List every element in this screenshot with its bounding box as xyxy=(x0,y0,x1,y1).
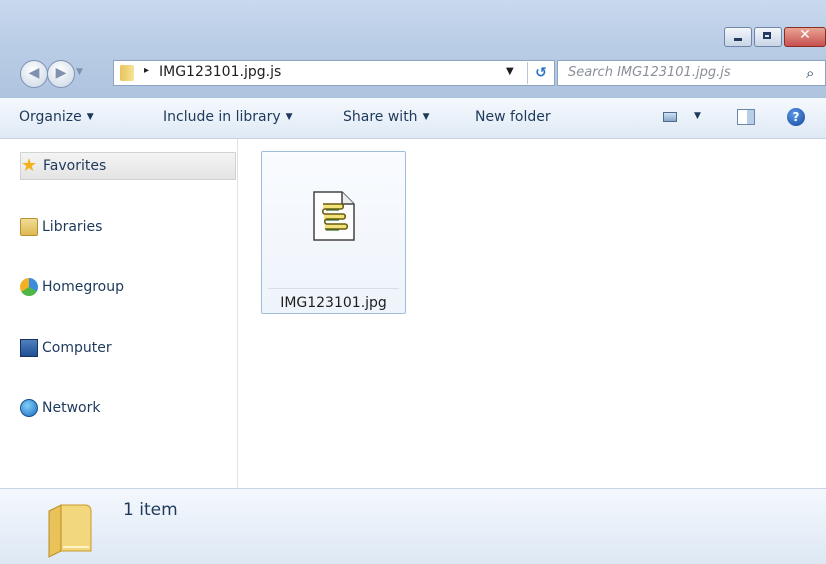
help-icon[interactable]: ? xyxy=(787,108,805,126)
search-placeholder: Search IMG123101.jpg.js xyxy=(568,65,731,80)
item-count: 1 item xyxy=(123,500,178,520)
file-thumbnail xyxy=(268,158,399,289)
forward-button[interactable]: ▶ xyxy=(47,60,75,88)
chevron-down-icon: ▼ xyxy=(422,112,430,122)
share-with-label: Share with xyxy=(343,109,418,125)
sidebar-item-label: Libraries xyxy=(42,219,103,235)
include-in-library-label: Include in library xyxy=(163,109,281,125)
file-item[interactable]: IMG123101.jpg xyxy=(261,151,406,314)
breadcrumb-path[interactable]: IMG123101.jpg.js xyxy=(159,64,281,80)
new-folder-button[interactable]: New folder xyxy=(475,109,551,125)
maximize-button[interactable] xyxy=(754,27,782,47)
address-dropdown-icon[interactable]: ▼ xyxy=(506,66,514,77)
sidebar-item-computer[interactable]: Computer xyxy=(20,334,236,362)
sidebar-item-label: Network xyxy=(42,400,101,416)
address-bar[interactable]: ▸ IMG123101.jpg.js ▼ ↺ xyxy=(113,60,555,86)
organize-button[interactable]: Organize ▼ xyxy=(19,109,94,125)
search-icon[interactable]: ⌕ xyxy=(806,64,814,82)
script-file-icon xyxy=(313,191,355,241)
folder-icon xyxy=(48,504,92,558)
sidebar-item-label: Favorites xyxy=(43,158,107,174)
search-input[interactable]: Search IMG123101.jpg.js ⌕ xyxy=(557,60,826,86)
include-in-library-button[interactable]: Include in library ▼ xyxy=(163,109,293,125)
close-button[interactable]: ✕ xyxy=(784,27,826,47)
title-bar: ✕ xyxy=(0,0,826,52)
chevron-down-icon: ▼ xyxy=(285,112,293,122)
sidebar-item-homegroup[interactable]: Homegroup xyxy=(20,273,236,301)
history-dropdown-icon[interactable]: ▼ xyxy=(76,67,83,77)
command-bar: Organize ▼ Include in library ▼ Share with… xyxy=(0,98,826,139)
details-pane: 1 item xyxy=(0,488,826,564)
refresh-icon[interactable]: ↺ xyxy=(527,62,554,84)
chevron-down-icon: ▼ xyxy=(86,112,94,122)
share-with-button[interactable]: Share with ▼ xyxy=(343,109,429,125)
libraries-icon xyxy=(20,218,38,236)
sidebar-item-network[interactable]: Network xyxy=(20,394,236,422)
maximize-icon xyxy=(763,32,771,39)
star-icon: ★ xyxy=(21,155,38,176)
organize-label: Organize xyxy=(19,109,82,125)
computer-icon xyxy=(20,339,38,357)
window-controls: ✕ xyxy=(722,27,826,47)
back-button[interactable]: ◀ xyxy=(20,60,48,88)
change-view-icon[interactable] xyxy=(663,112,677,122)
preview-pane-icon[interactable] xyxy=(737,109,755,125)
folder-icon xyxy=(120,65,134,81)
sidebar-item-favorites[interactable]: ★ Favorites xyxy=(20,152,236,180)
sidebar-item-libraries[interactable]: Libraries xyxy=(20,213,236,241)
breadcrumb-separator-icon[interactable]: ▸ xyxy=(144,65,149,76)
close-icon: ✕ xyxy=(799,27,811,43)
sidebar-item-label: Homegroup xyxy=(42,279,125,295)
navigation-pane: ★ Favorites Libraries Homegroup Computer… xyxy=(0,139,238,488)
view-options-dropdown-icon[interactable]: ▼ xyxy=(694,111,701,121)
file-name: IMG123101.jpg xyxy=(280,295,387,311)
minimize-icon xyxy=(734,38,742,41)
sidebar-item-label: Computer xyxy=(42,340,112,356)
homegroup-icon xyxy=(20,278,38,296)
address-row: ◀ ▶ ▼ ▸ IMG123101.jpg.js ▼ ↺ Search IMG1… xyxy=(0,52,826,98)
minimize-button[interactable] xyxy=(724,27,752,47)
file-list: IMG123101.jpg xyxy=(238,139,826,488)
network-icon xyxy=(20,399,38,417)
